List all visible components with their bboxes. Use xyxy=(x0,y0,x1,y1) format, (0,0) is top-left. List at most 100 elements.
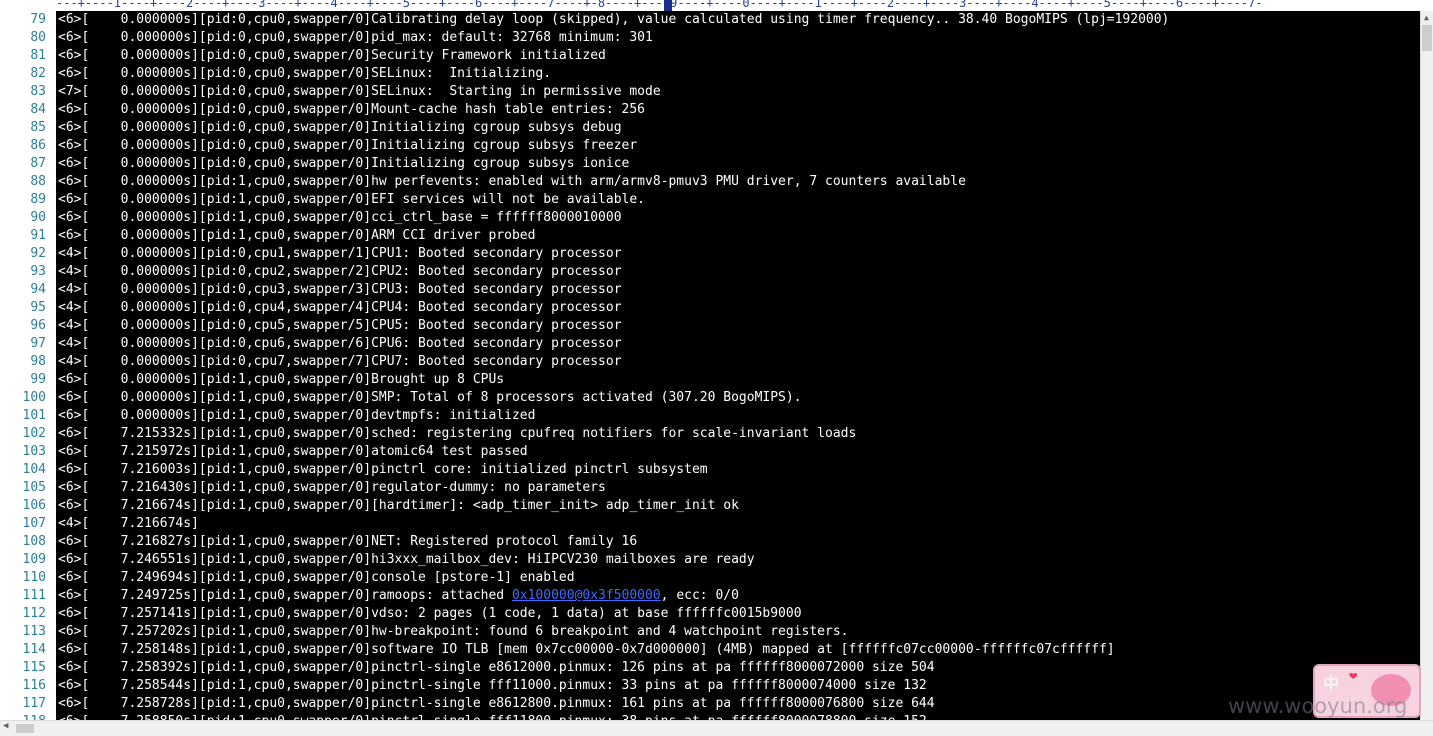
log-line[interactable]: <6>[ 7.258728s][pid:1,cpu0,swapper/0]pin… xyxy=(56,695,935,713)
line-number: 84 xyxy=(30,102,46,117)
log-line[interactable]: <6>[ 0.000000s][pid:1,cpu0,swapper/0]dev… xyxy=(56,407,535,425)
line-number: 92 xyxy=(30,246,46,261)
log-line-text: <6>[ 0.000000s][pid:0,cpu0,swapper/0]Ini… xyxy=(58,120,622,135)
line-number: 113 xyxy=(22,624,46,639)
log-line[interactable]: <4>[ 0.000000s][pid:0,cpu2,swapper/2]CPU… xyxy=(56,263,622,281)
line-number: 116 xyxy=(22,678,46,693)
log-line[interactable]: <6>[ 7.258850s][pid:1,cpu0,swapper/0]pin… xyxy=(56,713,927,720)
log-line[interactable]: <4>[ 0.000000s][pid:0,cpu5,swapper/5]CPU… xyxy=(56,317,622,335)
log-line[interactable]: <6>[ 7.257202s][pid:1,cpu0,swapper/0]hw-… xyxy=(56,623,849,641)
log-line[interactable]: <6>[ 7.257141s][pid:1,cpu0,swapper/0]vds… xyxy=(56,605,802,623)
heart-icon: ❤ xyxy=(1349,668,1358,684)
log-line-text: <6>[ 0.000000s][pid:1,cpu0,swapper/0]SMP… xyxy=(58,390,802,405)
log-line[interactable]: <6>[ 0.000000s][pid:1,cpu0,swapper/0]Bro… xyxy=(56,371,504,389)
log-line[interactable]: <6>[ 7.249694s][pid:1,cpu0,swapper/0]con… xyxy=(56,569,575,587)
line-number: 93 xyxy=(30,264,46,279)
line-number-gutter: 79 80 81 82 83 84 85 86 87 88 89 90 91 92 93 94 95 96 97 98… xyxy=(0,11,56,720)
log-editor[interactable]: <6>[ 0.000000s][pid:0,cpu0,swapper/0]Cal… xyxy=(56,11,1420,720)
line-number: 85 xyxy=(30,120,46,135)
log-line[interactable]: <6>[ 0.000000s][pid:0,cpu0,swapper/0]Sec… xyxy=(56,47,606,65)
log-line[interactable]: <6>[ 7.258148s][pid:1,cpu0,swapper/0]sof… xyxy=(56,641,1115,659)
log-line-text: <4>[ 0.000000s][pid:0,cpu4,swapper/4]CPU… xyxy=(58,300,622,315)
log-line[interactable]: <6>[ 0.000000s][pid:0,cpu0,swapper/0]pid… xyxy=(56,29,653,47)
log-line[interactable]: <6>[ 0.000000s][pid:1,cpu0,swapper/0]EFI… xyxy=(56,191,645,209)
log-line[interactable]: <6>[ 7.249725s][pid:1,cpu0,swapper/0]ram… xyxy=(56,587,739,605)
log-line[interactable]: <6>[ 0.000000s][pid:0,cpu0,swapper/0]Ini… xyxy=(56,119,622,137)
log-line-text: <6>[ 0.000000s][pid:1,cpu0,swapper/0]hw … xyxy=(58,174,966,189)
log-line-text: <6>[ 7.216827s][pid:1,cpu0,swapper/0]NET… xyxy=(58,534,638,549)
line-number: 106 xyxy=(22,498,46,513)
address-link[interactable]: 0x100000@0x3f500000 xyxy=(512,588,661,603)
log-line[interactable]: <7>[ 0.000000s][pid:0,cpu0,swapper/0]SEL… xyxy=(56,83,661,101)
log-line[interactable]: <6>[ 7.246551s][pid:1,cpu0,swapper/0]hi3… xyxy=(56,551,755,569)
line-number: 83 xyxy=(30,84,46,99)
line-number: 88 xyxy=(30,174,46,189)
line-number: 82 xyxy=(30,66,46,81)
line-number: 110 xyxy=(22,570,46,585)
line-number: 86 xyxy=(30,138,46,153)
log-line-text: <6>[ 7.258392s][pid:1,cpu0,swapper/0]pin… xyxy=(58,660,935,675)
line-number: 115 xyxy=(22,660,46,675)
log-line[interactable]: <6>[ 0.000000s][pid:1,cpu0,swapper/0]ARM… xyxy=(56,227,535,245)
log-line[interactable]: <6>[ 7.216674s][pid:1,cpu0,swapper/0][ha… xyxy=(56,497,739,515)
watermark-glyph: 中 xyxy=(1323,674,1340,693)
log-line-text: <4>[ 7.216674s] xyxy=(58,516,199,531)
vertical-scroll-thumb[interactable] xyxy=(1422,25,1432,51)
log-line[interactable]: <6>[ 7.215332s][pid:1,cpu0,swapper/0]sch… xyxy=(56,425,856,443)
line-number: 105 xyxy=(22,480,46,495)
line-number: 95 xyxy=(30,300,46,315)
log-line[interactable]: <4>[ 0.000000s][pid:0,cpu3,swapper/3]CPU… xyxy=(56,281,622,299)
log-line[interactable]: <6>[ 0.000000s][pid:1,cpu0,swapper/0]SMP… xyxy=(56,389,802,407)
line-number: 91 xyxy=(30,228,46,243)
log-line[interactable]: <4>[ 0.000000s][pid:0,cpu1,swapper/1]CPU… xyxy=(56,245,622,263)
scroll-left-icon[interactable]: ◀ xyxy=(3,721,8,731)
log-line-text: <6>[ 7.249694s][pid:1,cpu0,swapper/0]con… xyxy=(58,570,575,585)
log-line[interactable]: <6>[ 7.258544s][pid:1,cpu0,swapper/0]pin… xyxy=(56,677,927,695)
log-line-text: <4>[ 0.000000s][pid:0,cpu7,swapper/7]CPU… xyxy=(58,354,622,369)
log-line[interactable]: <4>[ 7.216674s] xyxy=(56,515,199,533)
line-number: 111 xyxy=(22,588,46,603)
vertical-scrollbar[interactable]: ▲ xyxy=(1420,11,1433,720)
log-line[interactable]: <6>[ 0.000000s][pid:0,cpu0,swapper/0]Mou… xyxy=(56,101,645,119)
log-line[interactable]: <6>[ 7.258392s][pid:1,cpu0,swapper/0]pin… xyxy=(56,659,935,677)
log-line[interactable]: <6>[ 0.000000s][pid:0,cpu0,swapper/0]Ini… xyxy=(56,155,629,173)
log-line-text: <6>[ 0.000000s][pid:0,cpu0,swapper/0]Mou… xyxy=(58,102,645,117)
log-line[interactable]: <4>[ 0.000000s][pid:0,cpu4,swapper/4]CPU… xyxy=(56,299,622,317)
log-line-text: <4>[ 0.000000s][pid:0,cpu1,swapper/1]CPU… xyxy=(58,246,622,261)
log-line-text: <6>[ 7.216430s][pid:1,cpu0,swapper/0]reg… xyxy=(58,480,606,495)
line-number: 90 xyxy=(30,210,46,225)
horizontal-scroll-thumb[interactable] xyxy=(16,724,34,733)
line-number: 107 xyxy=(22,516,46,531)
log-line[interactable]: <6>[ 0.000000s][pid:1,cpu0,swapper/0]cci… xyxy=(56,209,622,227)
log-line-text: <6>[ 7.216674s][pid:1,cpu0,swapper/0][ha… xyxy=(58,498,739,513)
line-number: 98 xyxy=(30,354,46,369)
log-line-text: <6>[ 0.000000s][pid:1,cpu0,swapper/0]ARM… xyxy=(58,228,536,243)
log-line[interactable]: <4>[ 0.000000s][pid:0,cpu7,swapper/7]CPU… xyxy=(56,353,622,371)
line-number: 81 xyxy=(30,48,46,63)
log-line-text: <6>[ 7.215972s][pid:1,cpu0,swapper/0]ato… xyxy=(58,444,528,459)
log-line-text: <6>[ 7.258148s][pid:1,cpu0,swapper/0]sof… xyxy=(58,642,1115,657)
log-line[interactable]: <6>[ 0.000000s][pid:0,cpu0,swapper/0]Ini… xyxy=(56,137,637,155)
log-line[interactable]: <6>[ 7.215972s][pid:1,cpu0,swapper/0]ato… xyxy=(56,443,528,461)
line-number: 100 xyxy=(22,390,46,405)
log-line-text: <6>[ 7.246551s][pid:1,cpu0,swapper/0]hi3… xyxy=(58,552,755,567)
log-line[interactable]: <6>[ 7.216430s][pid:1,cpu0,swapper/0]reg… xyxy=(56,479,606,497)
line-number: 114 xyxy=(22,642,46,657)
log-line[interactable]: <6>[ 0.000000s][pid:1,cpu0,swapper/0]hw … xyxy=(56,173,966,191)
log-line-text: <4>[ 0.000000s][pid:0,cpu2,swapper/2]CPU… xyxy=(58,264,622,279)
log-line[interactable]: <6>[ 7.216003s][pid:1,cpu0,swapper/0]pin… xyxy=(56,461,708,479)
scroll-up-icon[interactable]: ▲ xyxy=(1424,13,1429,22)
log-line[interactable]: <6>[ 0.000000s][pid:0,cpu0,swapper/0]SEL… xyxy=(56,65,551,83)
line-number: 87 xyxy=(30,156,46,171)
log-line-text: <4>[ 0.000000s][pid:0,cpu5,swapper/5]CPU… xyxy=(58,318,622,333)
ruler-caret-marker xyxy=(664,0,672,11)
line-number: 104 xyxy=(22,462,46,477)
line-number: 118 xyxy=(0,713,46,720)
log-line-text: <6>[ 7.257141s][pid:1,cpu0,swapper/0]vds… xyxy=(58,606,802,621)
horizontal-scrollbar[interactable]: ◀ xyxy=(0,720,1433,736)
log-line-text: <4>[ 0.000000s][pid:0,cpu6,swapper/6]CPU… xyxy=(58,336,622,351)
log-line[interactable]: <6>[ 7.216827s][pid:1,cpu0,swapper/0]NET… xyxy=(56,533,637,551)
log-line[interactable]: <6>[ 0.000000s][pid:0,cpu0,swapper/0]Cal… xyxy=(56,11,1169,29)
log-line[interactable]: <4>[ 0.000000s][pid:0,cpu6,swapper/6]CPU… xyxy=(56,335,622,353)
line-number: 109 xyxy=(22,552,46,567)
